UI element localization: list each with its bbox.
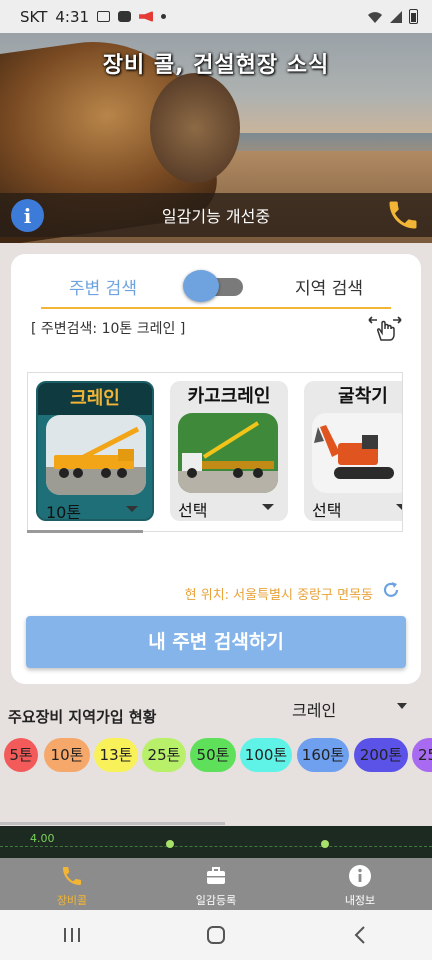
nav-label: 내정보 <box>344 894 376 907</box>
chat-notification-icon <box>118 11 132 22</box>
equipment-carousel[interactable]: 크레인 10톤 카고크레인 선택 굴착기 선택 <box>27 372 403 532</box>
stats-title: 주요장비 지역가입 현황 <box>8 708 157 726</box>
clock: 4:31 <box>55 7 90 26</box>
refresh-location-button[interactable] <box>381 580 401 600</box>
chevron-down-icon[interactable] <box>126 506 138 512</box>
bottom-navigation: 장비콜 일감등록 내정보 <box>0 858 432 910</box>
tonnage-chip[interactable]: 5톤 <box>4 738 38 772</box>
briefcase-icon <box>207 867 225 884</box>
tonnage-chip[interactable]: 160톤 <box>297 738 349 772</box>
notice-text: 일감기능 개선중 <box>161 207 271 226</box>
tab-region-search[interactable]: 지역 검색 <box>295 274 363 299</box>
tonnage-chip[interactable]: 25 <box>412 738 432 772</box>
recent-apps-icon <box>64 928 80 942</box>
strip-point <box>166 840 174 848</box>
tonnage-chip[interactable]: 100톤 <box>240 738 292 772</box>
chevron-down-icon[interactable] <box>262 504 274 510</box>
megaphone-notification-icon <box>139 11 154 22</box>
recent-apps-button[interactable] <box>52 920 92 950</box>
carrier-label: SKT <box>20 7 48 26</box>
wifi-icon <box>368 11 382 23</box>
phone-call-button[interactable] <box>384 197 422 233</box>
info-button[interactable]: i <box>11 199 44 232</box>
search-card: 주변 검색 지역 검색 [ 주변검색: 10톤 크레인 ] 크레인 10톤 카고… <box>11 254 421 684</box>
strip-value: 4.00 <box>30 832 55 845</box>
info-icon: i <box>23 203 32 228</box>
crane-image <box>46 415 146 495</box>
excavator-image <box>312 413 402 493</box>
nav-label: 일감등록 <box>195 894 237 907</box>
tonnage-chip[interactable]: 200톤 <box>354 738 408 772</box>
nav-item-equipment-call[interactable]: 장비콜 <box>0 858 144 910</box>
battery-icon <box>409 9 418 24</box>
tonnage-chip[interactable]: 25톤 <box>142 738 186 772</box>
phone-icon <box>63 867 81 885</box>
chevron-down-icon[interactable] <box>397 703 407 709</box>
tonnage-chip[interactable]: 13톤 <box>94 738 138 772</box>
activity-strip: 4.00 <box>0 826 432 858</box>
search-mode-toggle[interactable] <box>183 270 245 302</box>
carousel-scrollbar[interactable] <box>27 530 143 533</box>
strip-baseline <box>0 846 432 847</box>
equipment-card-excavator[interactable]: 굴착기 선택 <box>304 381 402 521</box>
image-notification-icon <box>97 11 111 22</box>
equipment-card-cargo-crane[interactable]: 카고크레인 선택 <box>170 381 288 521</box>
nav-item-job-register[interactable]: 일감등록 <box>144 858 288 910</box>
home-icon <box>207 926 225 944</box>
app-screen: { "status": {"carrier": "SKT", "time": "… <box>0 0 432 960</box>
equipment-label: 카고크레인 <box>187 386 271 407</box>
swipe-hand-icon <box>368 316 402 341</box>
hero-banner: 장비 콜, 건설현장 소식 i 일감기능 개선중 <box>0 33 432 243</box>
signal-icon <box>390 10 402 23</box>
hero-title: 장비 콜, 건설현장 소식 <box>102 53 330 78</box>
equipment-card-crane[interactable]: 크레인 10톤 <box>36 381 154 521</box>
equipment-value: 10톤 <box>46 503 82 521</box>
nav-label: 장비콜 <box>56 894 88 907</box>
excavator-joint-image <box>150 73 240 183</box>
back-button[interactable] <box>340 920 380 950</box>
nearby-search-button[interactable]: 내 주변 검색하기 <box>26 616 406 668</box>
tonnage-chip[interactable]: 50톤 <box>190 738 236 772</box>
info-icon <box>349 865 371 887</box>
search-mode-row: 주변 검색 지역 검색 <box>11 264 421 308</box>
nav-item-my-info[interactable]: 내정보 <box>288 858 432 910</box>
equipment-value: 선택 <box>312 501 342 520</box>
equipment-type-select[interactable]: 크레인 <box>292 697 336 721</box>
divider <box>41 307 391 309</box>
back-icon <box>354 926 365 944</box>
more-notifications-icon <box>161 14 167 19</box>
system-navigation-bar <box>0 910 432 960</box>
equipment-label: 굴착기 <box>338 386 388 407</box>
strip-point <box>321 840 329 848</box>
toggle-knob <box>183 270 219 302</box>
tab-nearby-search[interactable]: 주변 검색 <box>69 274 137 299</box>
tonnage-chip[interactable]: 10톤 <box>44 738 90 772</box>
current-location: 현 위치: 서울특별시 중랑구 면목동 <box>184 588 373 603</box>
equipment-label: 크레인 <box>38 383 152 417</box>
home-button[interactable] <box>196 920 236 950</box>
search-summary: [ 주변검색: 10톤 크레인 ] <box>31 321 186 337</box>
equipment-value: 선택 <box>178 501 208 520</box>
cargo-crane-image <box>178 413 278 493</box>
chevron-down-icon[interactable] <box>396 504 402 510</box>
notice-bar: i 일감기능 개선중 <box>0 193 432 237</box>
status-bar: SKT 4:31 <box>0 0 432 33</box>
tonnage-chip-row[interactable]: 5톤 10톤 13톤 25톤 50톤 100톤 160톤 200톤 25 <box>0 738 432 774</box>
strip-progress-line <box>0 822 225 825</box>
